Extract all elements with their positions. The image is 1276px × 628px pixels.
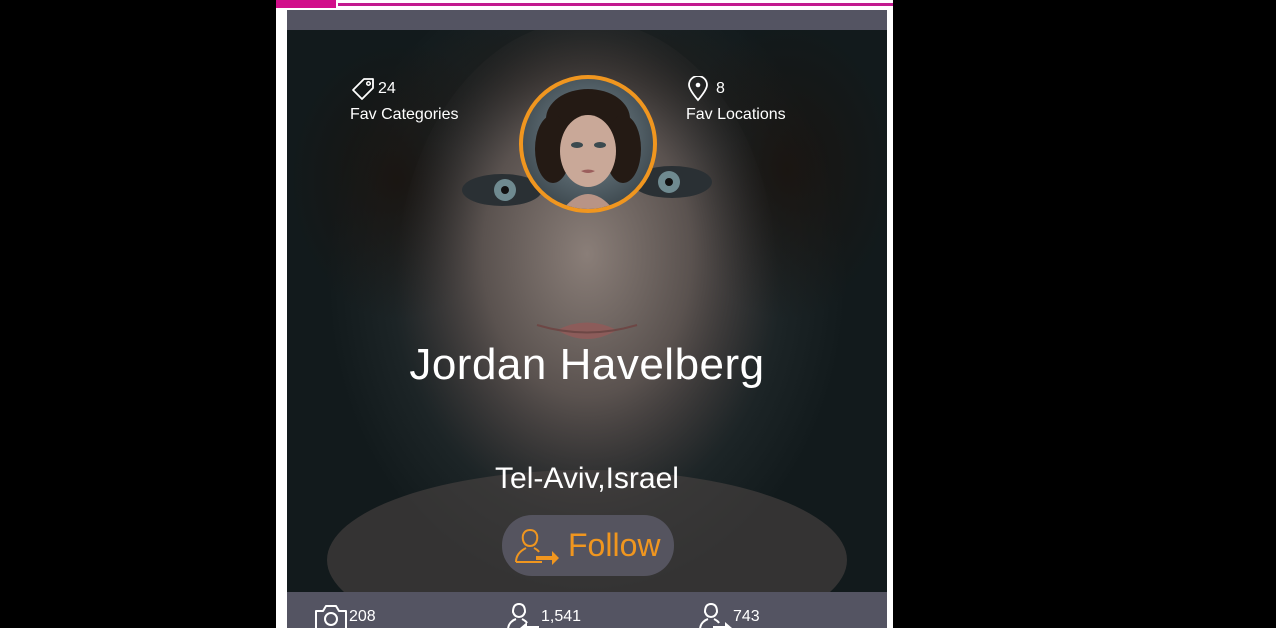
avatar-image: [535, 89, 641, 209]
avatar[interactable]: [519, 75, 657, 213]
photos-count: 208: [349, 608, 376, 625]
fav-categories-count: 24: [378, 80, 396, 97]
followers-count: 1,541: [541, 608, 582, 625]
fav-locations-label: Fav Locations: [686, 106, 786, 123]
fav-locations-count: 8: [716, 80, 725, 97]
profile-name: Jordan Havelberg: [409, 340, 765, 389]
tag-icon: [352, 78, 374, 100]
followers-icon: [507, 602, 539, 628]
top-strip: [276, 0, 893, 8]
follow-button[interactable]: Follow: [502, 515, 674, 576]
following-count: 743: [733, 608, 760, 625]
following-stat[interactable]: 743: [697, 602, 760, 628]
top-strip-accent: [276, 0, 336, 8]
photos-stat[interactable]: 208: [313, 602, 376, 628]
map-pin-icon: [688, 76, 708, 102]
follow-user-icon: [515, 528, 559, 565]
profile-location: Tel-Aviv,Israel: [495, 462, 679, 495]
top-strip-line: [338, 3, 893, 6]
follow-button-label: Follow: [568, 527, 661, 563]
camera-icon: [315, 605, 347, 628]
followers-stat[interactable]: 1,541: [505, 602, 581, 628]
fav-categories-stat[interactable]: 24 Fav Categories: [350, 76, 459, 124]
page: 24 Fav Categories 8 Fav Locations Jordan…: [0, 0, 1276, 628]
fav-locations-stat[interactable]: 8 Fav Locations: [686, 76, 786, 124]
following-icon: [699, 602, 732, 628]
fav-categories-label: Fav Categories: [350, 106, 459, 123]
